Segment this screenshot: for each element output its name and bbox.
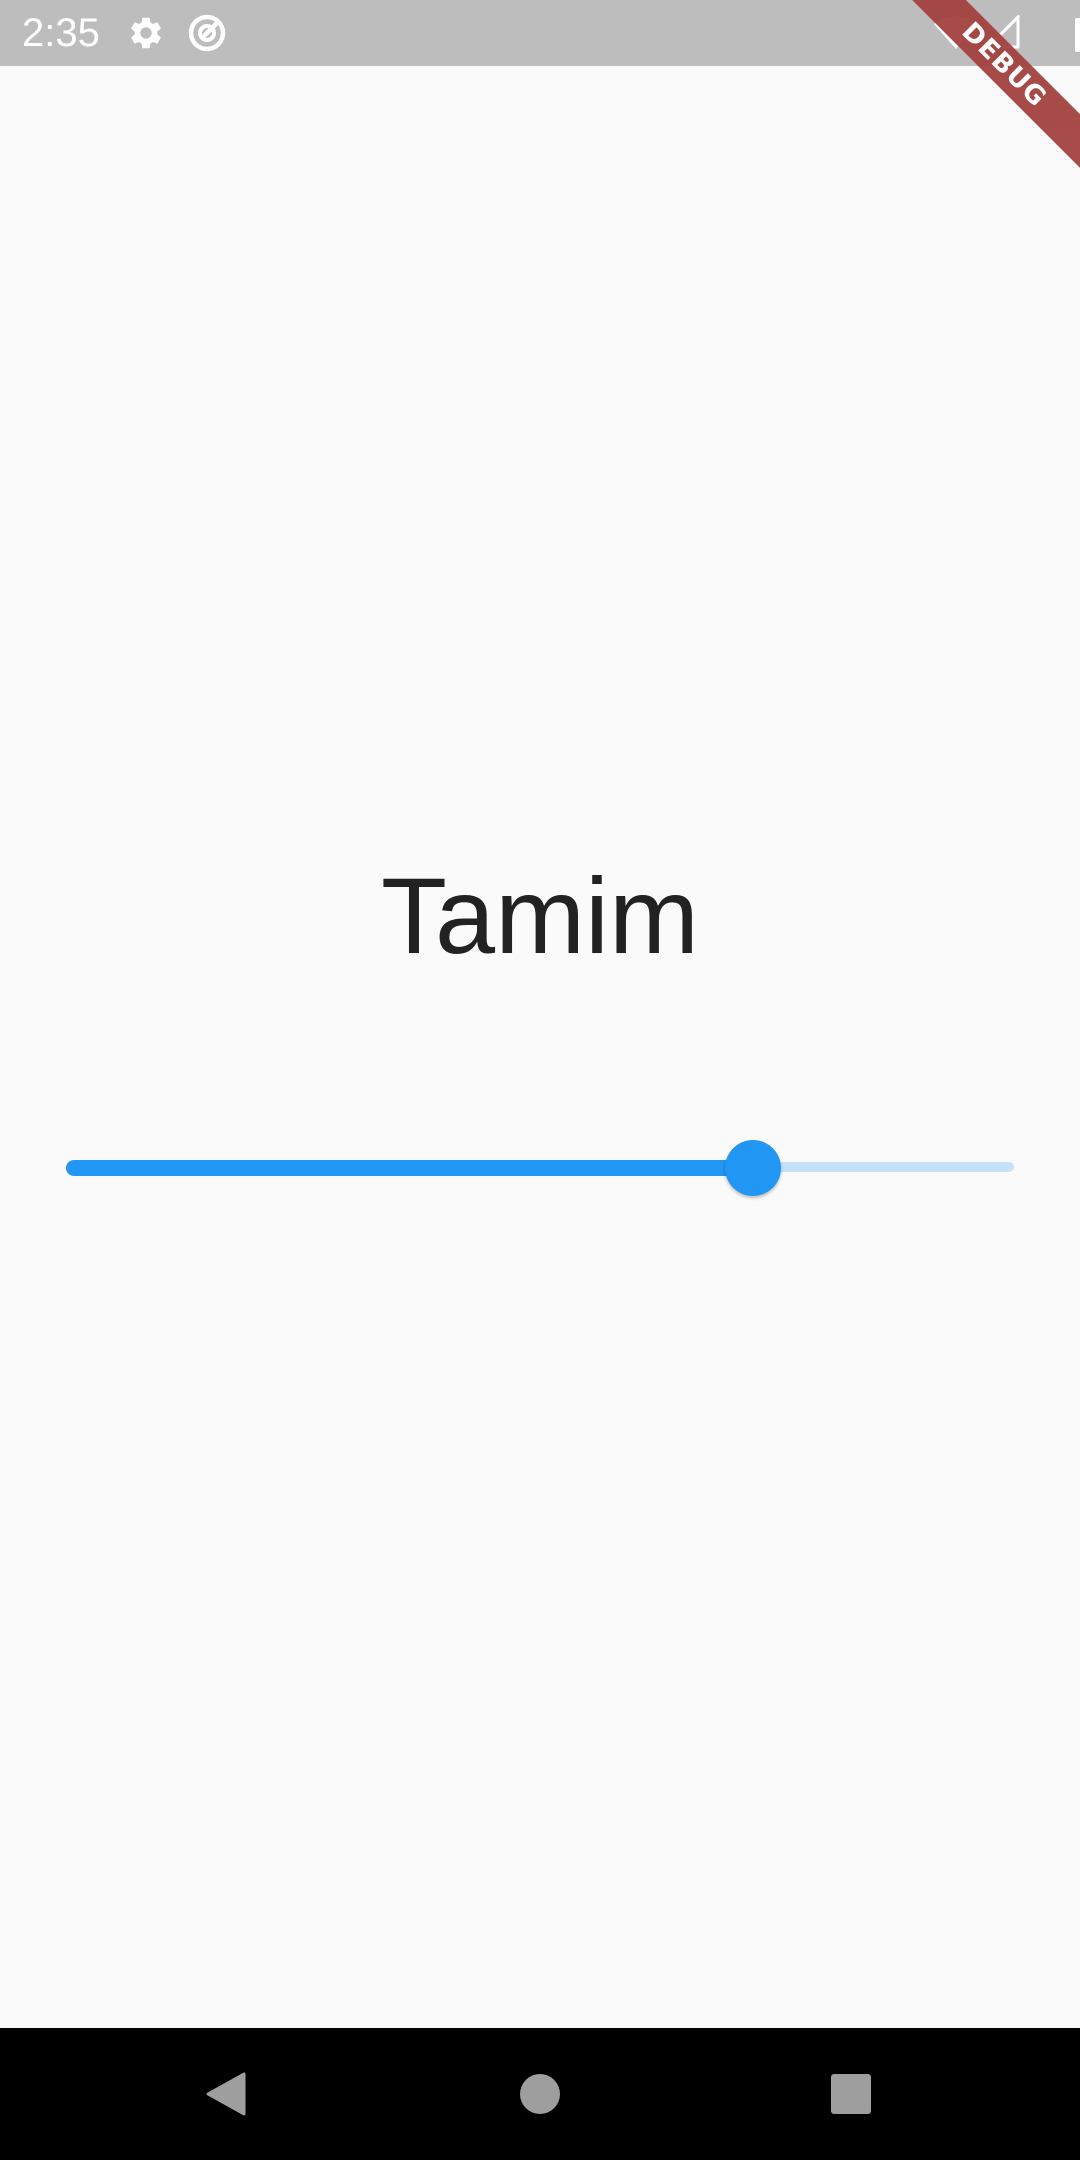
back-icon [206, 2072, 246, 2116]
wifi-icon [934, 16, 978, 49]
home-button[interactable] [504, 2058, 576, 2130]
page-title: Tamim [381, 855, 699, 976]
status-bar: 2:35 [0, 0, 1080, 66]
main-content: Tamim [0, 66, 1080, 2028]
slider-active-track [66, 1160, 753, 1176]
back-button[interactable] [190, 2058, 262, 2130]
signal-icon [986, 15, 1020, 49]
value-slider[interactable] [66, 1126, 1014, 1206]
status-time: 2:35 [22, 11, 100, 55]
home-icon [520, 2074, 560, 2114]
slider-thumb[interactable] [725, 1140, 781, 1196]
battery-icon [1075, 18, 1080, 52]
sync-icon [188, 14, 226, 52]
recents-icon [831, 2074, 871, 2114]
gear-icon [131, 17, 161, 49]
recents-button[interactable] [815, 2058, 887, 2130]
navigation-bar [0, 2028, 1080, 2160]
